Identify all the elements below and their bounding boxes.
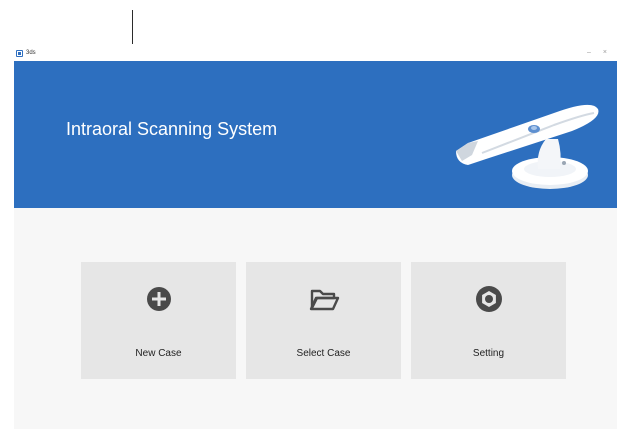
setting-label: Setting — [472, 348, 505, 359]
close-button[interactable]: × — [603, 48, 607, 57]
header-banner: Intraoral Scanning System — [14, 61, 617, 208]
select-case-button[interactable]: Select Case — [246, 262, 401, 379]
app-name: 3ds — [26, 50, 36, 56]
app-logo-icon — [16, 50, 23, 57]
title-bar: 3ds – × — [14, 46, 617, 61]
plus-circle-icon — [147, 287, 171, 311]
gear-icon — [476, 286, 502, 312]
app-window: 3ds – × Intraoral Scanning System New Ca… — [14, 46, 617, 429]
new-case-label: New Case — [135, 348, 182, 359]
page-title: Intraoral Scanning System — [66, 119, 278, 139]
new-case-button[interactable]: New Case — [81, 262, 236, 379]
window-controls: – × — [587, 48, 607, 57]
select-case-label: Select Case — [296, 348, 351, 359]
setting-button[interactable]: Setting — [411, 262, 566, 379]
desktop: 3ds – × Intraoral Scanning System New Ca… — [0, 0, 617, 429]
text-cursor — [132, 10, 133, 44]
main-content: New Case Select Case Setting — [14, 208, 617, 429]
action-tiles: New Case Select Case Setting — [81, 262, 566, 379]
scanner-image — [456, 104, 599, 189]
folder-open-icon — [309, 289, 340, 311]
minimize-button[interactable]: – — [587, 48, 591, 57]
